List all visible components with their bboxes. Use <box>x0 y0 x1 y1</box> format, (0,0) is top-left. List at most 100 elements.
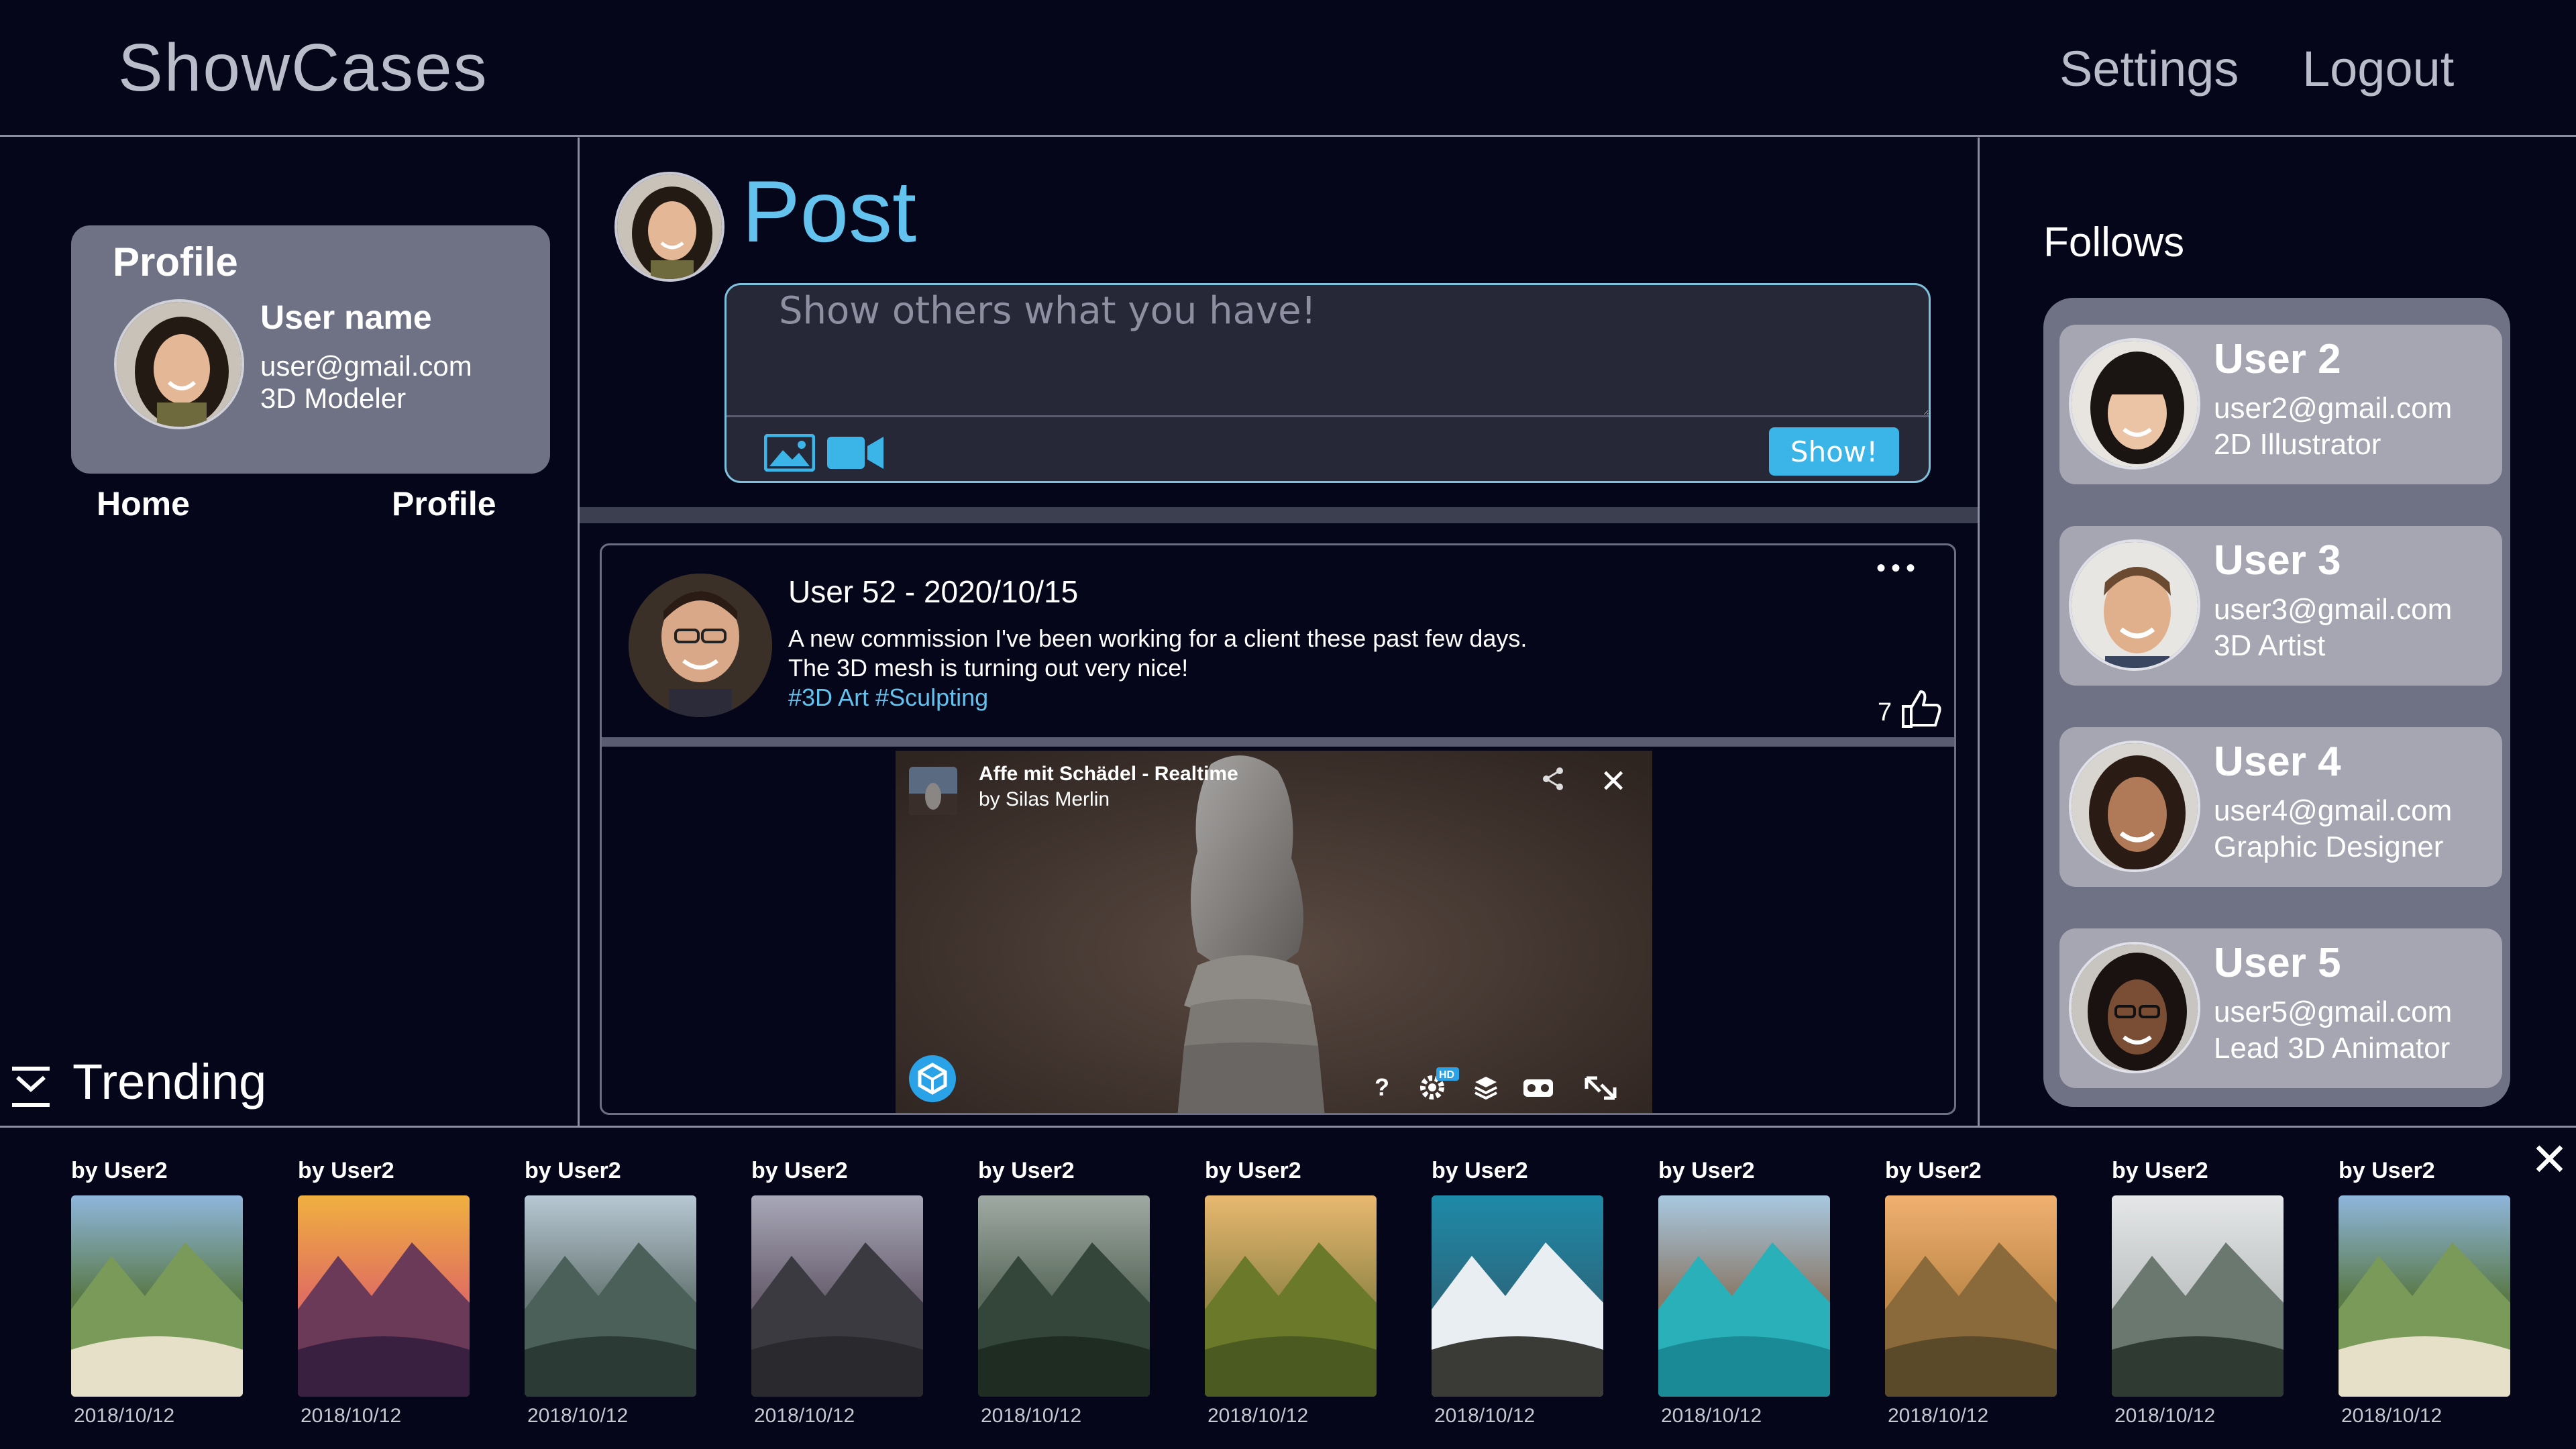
post-author-avatar[interactable] <box>629 574 772 717</box>
settings-link[interactable]: Settings <box>2059 40 2239 97</box>
follow-role: 3D Artist <box>2214 629 2326 662</box>
follow-email: user5@gmail.com <box>2214 996 2453 1028</box>
avatar <box>2069 338 2200 470</box>
follow-card-user-3[interactable]: User 3 user3@gmail.com 3D Artist <box>2059 526 2502 686</box>
post-divider <box>602 737 1954 747</box>
trending-item[interactable]: by User2 2018/10/12 <box>298 1158 470 1440</box>
model-author[interactable]: by Silas Merlin <box>979 788 1110 811</box>
trending-thumbnail[interactable] <box>298 1195 470 1397</box>
post-meta: User 52 - 2020/10/15 <box>788 574 1079 609</box>
viewer-controls[interactable]: ? HD <box>1365 1059 1647 1106</box>
follow-email: user4@gmail.com <box>2214 794 2453 827</box>
trending-thumbnail[interactable] <box>2112 1195 2284 1397</box>
show-button[interactable]: Show! <box>1769 427 1899 476</box>
follow-card-user-4[interactable]: User 4 user4@gmail.com Graphic Designer <box>2059 727 2502 887</box>
sketchfab-logo-icon[interactable] <box>909 1055 956 1102</box>
trending-thumbnail[interactable] <box>525 1195 696 1397</box>
trending-thumbnail[interactable] <box>1885 1195 2057 1397</box>
follow-card-user-2[interactable]: User 2 user2@gmail.com 2D Illustrator <box>2059 325 2502 484</box>
help-icon: ? <box>1375 1073 1389 1101</box>
video-upload-icon[interactable] <box>827 434 885 472</box>
trending-thumbnail[interactable] <box>1205 1195 1377 1397</box>
3d-model-viewer[interactable]: Affe mit Schädel - Realtime by Silas Mer… <box>896 751 1652 1113</box>
trending-item[interactable]: by User2 2018/10/12 <box>1885 1158 2057 1440</box>
trending-item[interactable]: by User2 2018/10/12 <box>525 1158 696 1440</box>
post-composer-title: Post <box>742 162 917 260</box>
trending-date: 2018/10/12 <box>301 1405 402 1427</box>
avatar[interactable] <box>114 299 244 429</box>
avatar <box>2069 741 2200 872</box>
trending-author: by User2 <box>1432 1158 1528 1183</box>
settings-icon: HD <box>1420 1067 1459 1099</box>
close-trending-icon[interactable]: ✕ <box>2530 1134 2569 1187</box>
thumbs-up-icon[interactable] <box>1900 688 1942 729</box>
trending-item[interactable]: by User2 2018/10/12 <box>2112 1158 2284 1440</box>
trending-date: 2018/10/12 <box>1888 1405 1989 1427</box>
follow-email: user2@gmail.com <box>2214 392 2453 425</box>
post-input[interactable] <box>727 285 1929 415</box>
trending-item[interactable]: by User2 2018/10/12 <box>1658 1158 1830 1440</box>
trending-item[interactable]: by User2 2018/10/12 <box>1432 1158 1603 1440</box>
profile-heading: Profile <box>113 239 238 284</box>
image-upload-icon[interactable] <box>764 434 815 472</box>
trending-thumbnail[interactable] <box>978 1195 1150 1397</box>
avatar-image <box>117 302 241 427</box>
follow-role: Lead 3D Animator <box>2214 1032 2451 1065</box>
trending-date: 2018/10/12 <box>1208 1405 1309 1427</box>
trending-item[interactable]: by User2 2018/10/12 <box>2339 1158 2510 1440</box>
trending-thumbnail[interactable] <box>1432 1195 1603 1397</box>
trending-item[interactable]: by User2 2018/10/12 <box>1205 1158 1377 1440</box>
follow-role: 2D Illustrator <box>2214 428 2381 461</box>
trending-date: 2018/10/12 <box>74 1405 175 1427</box>
model-thumbnail[interactable] <box>909 767 957 815</box>
trending-author: by User2 <box>1205 1158 1301 1183</box>
trending-item[interactable]: by User2 2018/10/12 <box>71 1158 243 1440</box>
like-count: 7 <box>1878 698 1892 727</box>
model-title[interactable]: Affe mit Schädel - Realtime <box>979 763 1238 786</box>
column-divider-left <box>578 138 580 1127</box>
follow-name: User 3 <box>2214 537 2341 584</box>
follow-name: User 4 <box>2214 739 2341 785</box>
trending-thumbnail[interactable] <box>1658 1195 1830 1397</box>
trending-thumbnail[interactable] <box>2339 1195 2510 1397</box>
composer-avatar <box>614 172 724 282</box>
trending-date: 2018/10/12 <box>981 1405 1082 1427</box>
post-body-line: A new commission I've been working for a… <box>788 625 1527 652</box>
trending-author: by User2 <box>978 1158 1075 1183</box>
trending-date: 2018/10/12 <box>2341 1405 2443 1427</box>
trending-icon[interactable] <box>12 1067 50 1108</box>
sidebar-item-profile[interactable]: Profile <box>392 484 496 523</box>
trending-author: by User2 <box>2112 1158 2208 1183</box>
trending-item[interactable]: by User2 2018/10/12 <box>978 1158 1150 1440</box>
post-composer: Show! <box>724 283 1931 483</box>
post-tags[interactable]: #3D Art #Sculpting <box>788 684 988 712</box>
profile-email: user@gmail.com <box>260 350 472 382</box>
follow-card-user-5[interactable]: User 5 user5@gmail.com Lead 3D Animator <box>2059 928 2502 1088</box>
follow-role: Graphic Designer <box>2214 830 2444 863</box>
trending-date: 2018/10/12 <box>527 1405 629 1427</box>
avatar <box>2069 942 2200 1073</box>
app-title[interactable]: ShowCases <box>118 30 488 107</box>
follow-name: User 5 <box>2214 940 2341 986</box>
section-divider <box>580 507 1978 523</box>
avatar-image <box>617 174 722 279</box>
more-options-icon[interactable]: ••• <box>1876 553 1921 584</box>
trending-author: by User2 <box>751 1158 848 1183</box>
top-header: ShowCases Settings Logout <box>0 0 2576 137</box>
trending-divider <box>0 1126 2576 1128</box>
trending-thumbnail[interactable] <box>751 1195 923 1397</box>
avatar-image <box>629 574 772 717</box>
share-icon[interactable] <box>1540 765 1566 792</box>
trending-label: Trending <box>72 1054 267 1110</box>
profile-card: Profile User name user@gmail.com 3D Mode… <box>71 225 550 474</box>
close-icon[interactable]: ✕ <box>1600 763 1627 800</box>
sidebar-item-home[interactable]: Home <box>97 484 190 523</box>
trending-date: 2018/10/12 <box>1661 1405 1762 1427</box>
profile-role: 3D Modeler <box>260 382 407 414</box>
trending-item[interactable]: by User2 2018/10/12 <box>751 1158 923 1440</box>
post-body-line: The 3D mesh is turning out very nice! <box>788 654 1189 682</box>
trending-thumbnail[interactable] <box>71 1195 243 1397</box>
logout-link[interactable]: Logout <box>2302 40 2454 97</box>
follows-title: Follows <box>2043 219 2185 266</box>
trending-date: 2018/10/12 <box>1434 1405 1536 1427</box>
